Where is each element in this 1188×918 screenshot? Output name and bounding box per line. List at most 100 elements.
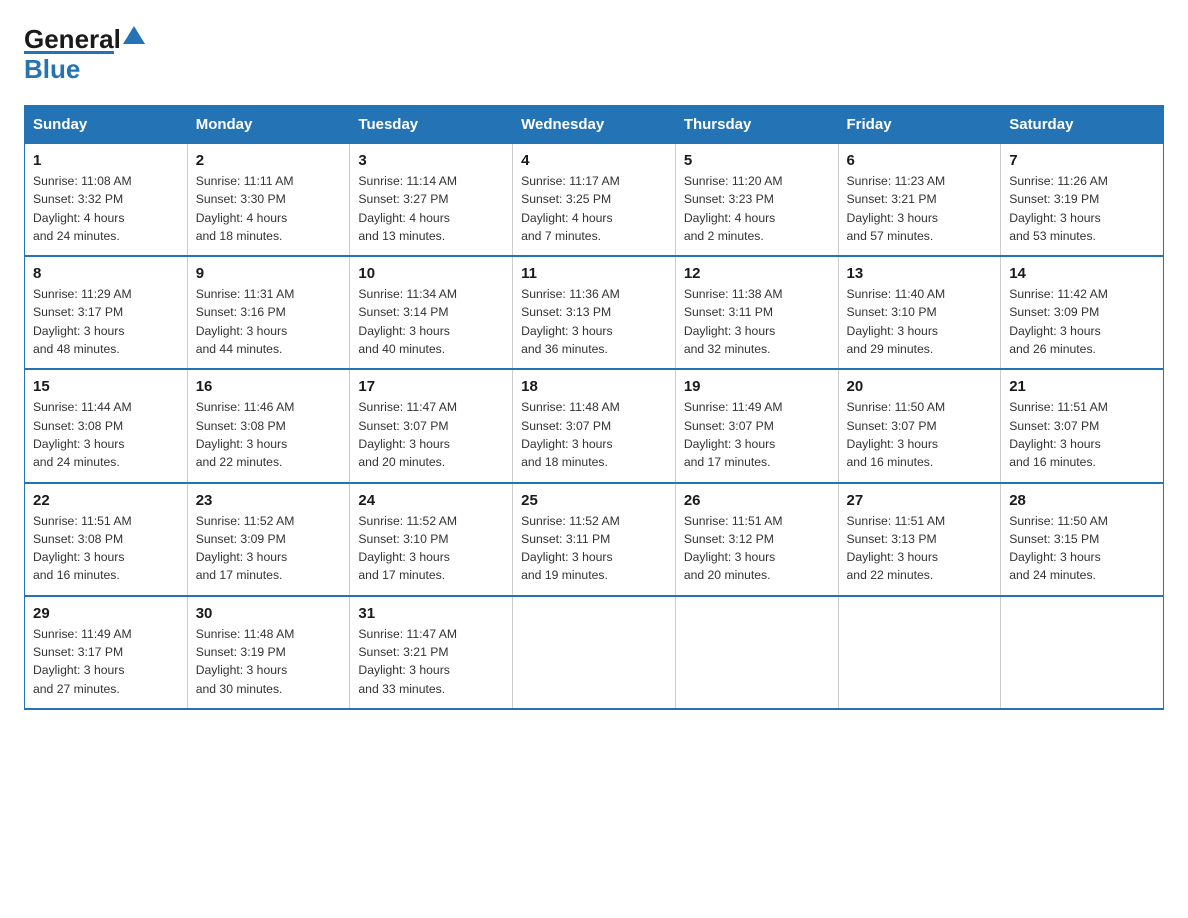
day-number: 30 [196, 605, 342, 622]
day-number: 3 [358, 152, 504, 169]
day-number: 25 [521, 492, 667, 509]
day-cell [675, 596, 838, 709]
day-number: 29 [33, 605, 179, 622]
day-number: 6 [847, 152, 993, 169]
day-cell: 27 Sunrise: 11:51 AMSunset: 3:13 PMDayli… [838, 483, 1001, 596]
logo-triangle-icon [123, 24, 145, 46]
logo: General Blue [24, 24, 145, 85]
day-info: Sunrise: 11:42 AMSunset: 3:09 PMDaylight… [1009, 285, 1155, 358]
calendar-table: SundayMondayTuesdayWednesdayThursdayFrid… [24, 105, 1164, 710]
day-cell: 12 Sunrise: 11:38 AMSunset: 3:11 PMDayli… [675, 256, 838, 369]
day-cell: 28 Sunrise: 11:50 AMSunset: 3:15 PMDayli… [1001, 483, 1164, 596]
day-number: 18 [521, 378, 667, 395]
day-info: Sunrise: 11:51 AMSunset: 3:07 PMDaylight… [1009, 398, 1155, 471]
day-number: 31 [358, 605, 504, 622]
day-cell: 29 Sunrise: 11:49 AMSunset: 3:17 PMDayli… [25, 596, 188, 709]
day-info: Sunrise: 11:26 AMSunset: 3:19 PMDaylight… [1009, 172, 1155, 245]
day-cell: 3 Sunrise: 11:14 AMSunset: 3:27 PMDaylig… [350, 144, 513, 257]
day-info: Sunrise: 11:44 AMSunset: 3:08 PMDaylight… [33, 398, 179, 471]
day-info: Sunrise: 11:31 AMSunset: 3:16 PMDaylight… [196, 285, 342, 358]
week-row-3: 15 Sunrise: 11:44 AMSunset: 3:08 PMDayli… [25, 369, 1164, 482]
day-info: Sunrise: 11:50 AMSunset: 3:15 PMDaylight… [1009, 512, 1155, 585]
day-number: 19 [684, 378, 830, 395]
day-number: 11 [521, 265, 667, 282]
day-number: 2 [196, 152, 342, 169]
day-cell: 11 Sunrise: 11:36 AMSunset: 3:13 PMDayli… [513, 256, 676, 369]
day-number: 26 [684, 492, 830, 509]
day-number: 21 [1009, 378, 1155, 395]
day-cell: 16 Sunrise: 11:46 AMSunset: 3:08 PMDayli… [187, 369, 350, 482]
day-info: Sunrise: 11:36 AMSunset: 3:13 PMDaylight… [521, 285, 667, 358]
day-cell: 30 Sunrise: 11:48 AMSunset: 3:19 PMDayli… [187, 596, 350, 709]
day-number: 24 [358, 492, 504, 509]
day-cell: 14 Sunrise: 11:42 AMSunset: 3:09 PMDayli… [1001, 256, 1164, 369]
day-info: Sunrise: 11:49 AMSunset: 3:07 PMDaylight… [684, 398, 830, 471]
week-row-2: 8 Sunrise: 11:29 AMSunset: 3:17 PMDaylig… [25, 256, 1164, 369]
day-cell: 6 Sunrise: 11:23 AMSunset: 3:21 PMDaylig… [838, 144, 1001, 257]
day-number: 9 [196, 265, 342, 282]
day-info: Sunrise: 11:40 AMSunset: 3:10 PMDaylight… [847, 285, 993, 358]
header-wednesday: Wednesday [513, 106, 676, 144]
header-sunday: Sunday [25, 106, 188, 144]
day-cell: 31 Sunrise: 11:47 AMSunset: 3:21 PMDayli… [350, 596, 513, 709]
week-row-5: 29 Sunrise: 11:49 AMSunset: 3:17 PMDayli… [25, 596, 1164, 709]
day-cell: 1 Sunrise: 11:08 AMSunset: 3:32 PMDaylig… [25, 144, 188, 257]
day-info: Sunrise: 11:48 AMSunset: 3:19 PMDaylight… [196, 625, 342, 698]
day-number: 17 [358, 378, 504, 395]
day-number: 10 [358, 265, 504, 282]
day-info: Sunrise: 11:52 AMSunset: 3:09 PMDaylight… [196, 512, 342, 585]
day-info: Sunrise: 11:08 AMSunset: 3:32 PMDaylight… [33, 172, 179, 245]
day-info: Sunrise: 11:14 AMSunset: 3:27 PMDaylight… [358, 172, 504, 245]
day-info: Sunrise: 11:51 AMSunset: 3:13 PMDaylight… [847, 512, 993, 585]
day-cell [1001, 596, 1164, 709]
day-cell: 10 Sunrise: 11:34 AMSunset: 3:14 PMDayli… [350, 256, 513, 369]
day-number: 1 [33, 152, 179, 169]
day-number: 20 [847, 378, 993, 395]
day-cell: 15 Sunrise: 11:44 AMSunset: 3:08 PMDayli… [25, 369, 188, 482]
day-info: Sunrise: 11:23 AMSunset: 3:21 PMDaylight… [847, 172, 993, 245]
day-cell: 5 Sunrise: 11:20 AMSunset: 3:23 PMDaylig… [675, 144, 838, 257]
day-number: 5 [684, 152, 830, 169]
day-info: Sunrise: 11:52 AMSunset: 3:11 PMDaylight… [521, 512, 667, 585]
day-number: 27 [847, 492, 993, 509]
header-monday: Monday [187, 106, 350, 144]
week-row-1: 1 Sunrise: 11:08 AMSunset: 3:32 PMDaylig… [25, 144, 1164, 257]
day-info: Sunrise: 11:51 AMSunset: 3:08 PMDaylight… [33, 512, 179, 585]
day-info: Sunrise: 11:47 AMSunset: 3:21 PMDaylight… [358, 625, 504, 698]
day-cell [513, 596, 676, 709]
day-cell: 21 Sunrise: 11:51 AMSunset: 3:07 PMDayli… [1001, 369, 1164, 482]
page-header: General Blue [24, 24, 1164, 85]
day-number: 4 [521, 152, 667, 169]
week-row-4: 22 Sunrise: 11:51 AMSunset: 3:08 PMDayli… [25, 483, 1164, 596]
day-info: Sunrise: 11:48 AMSunset: 3:07 PMDaylight… [521, 398, 667, 471]
day-cell: 20 Sunrise: 11:50 AMSunset: 3:07 PMDayli… [838, 369, 1001, 482]
day-info: Sunrise: 11:50 AMSunset: 3:07 PMDaylight… [847, 398, 993, 471]
day-info: Sunrise: 11:29 AMSunset: 3:17 PMDaylight… [33, 285, 179, 358]
header-tuesday: Tuesday [350, 106, 513, 144]
day-cell: 4 Sunrise: 11:17 AMSunset: 3:25 PMDaylig… [513, 144, 676, 257]
day-info: Sunrise: 11:47 AMSunset: 3:07 PMDaylight… [358, 398, 504, 471]
day-cell: 17 Sunrise: 11:47 AMSunset: 3:07 PMDayli… [350, 369, 513, 482]
day-info: Sunrise: 11:49 AMSunset: 3:17 PMDaylight… [33, 625, 179, 698]
header-saturday: Saturday [1001, 106, 1164, 144]
day-info: Sunrise: 11:11 AMSunset: 3:30 PMDaylight… [196, 172, 342, 245]
day-info: Sunrise: 11:34 AMSunset: 3:14 PMDaylight… [358, 285, 504, 358]
day-cell: 9 Sunrise: 11:31 AMSunset: 3:16 PMDaylig… [187, 256, 350, 369]
day-cell: 25 Sunrise: 11:52 AMSunset: 3:11 PMDayli… [513, 483, 676, 596]
header-friday: Friday [838, 106, 1001, 144]
day-number: 14 [1009, 265, 1155, 282]
day-cell: 18 Sunrise: 11:48 AMSunset: 3:07 PMDayli… [513, 369, 676, 482]
day-number: 12 [684, 265, 830, 282]
day-number: 8 [33, 265, 179, 282]
day-cell: 22 Sunrise: 11:51 AMSunset: 3:08 PMDayli… [25, 483, 188, 596]
day-info: Sunrise: 11:20 AMSunset: 3:23 PMDaylight… [684, 172, 830, 245]
day-number: 23 [196, 492, 342, 509]
day-cell: 7 Sunrise: 11:26 AMSunset: 3:19 PMDaylig… [1001, 144, 1164, 257]
day-number: 15 [33, 378, 179, 395]
day-cell: 13 Sunrise: 11:40 AMSunset: 3:10 PMDayli… [838, 256, 1001, 369]
day-cell: 24 Sunrise: 11:52 AMSunset: 3:10 PMDayli… [350, 483, 513, 596]
day-number: 22 [33, 492, 179, 509]
day-cell: 19 Sunrise: 11:49 AMSunset: 3:07 PMDayli… [675, 369, 838, 482]
calendar-header-row: SundayMondayTuesdayWednesdayThursdayFrid… [25, 106, 1164, 144]
day-cell: 26 Sunrise: 11:51 AMSunset: 3:12 PMDayli… [675, 483, 838, 596]
